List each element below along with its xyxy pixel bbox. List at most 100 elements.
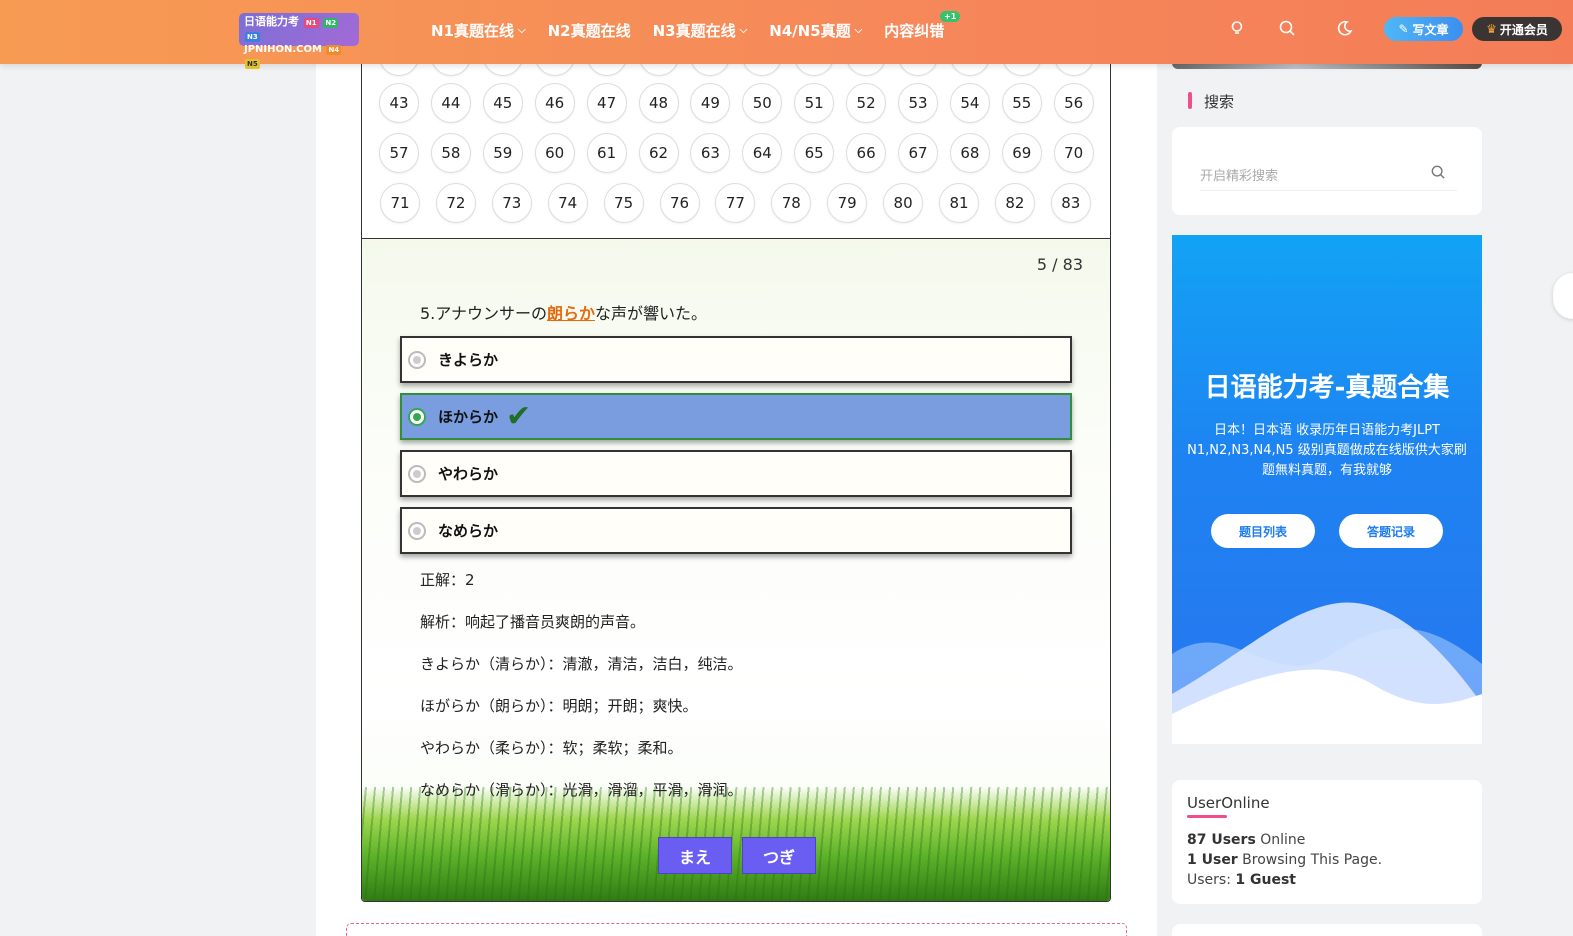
- users-browsing-text: Browsing This Page.: [1237, 852, 1383, 868]
- radio-icon[interactable]: [408, 350, 426, 369]
- question-number-button[interactable]: 74: [547, 183, 588, 223]
- question-number-partial[interactable]: [742, 64, 783, 76]
- question-number-button[interactable]: 73: [491, 183, 532, 223]
- question-number-partial[interactable]: [638, 64, 679, 76]
- nav-correction[interactable]: 内容纠错 +1: [884, 10, 961, 41]
- question-number-button[interactable]: 55: [1001, 83, 1042, 123]
- explanation-line: 解析：响起了播音员爽朗的声音。: [420, 613, 646, 631]
- question-number-button[interactable]: 43: [379, 83, 419, 123]
- nav-n1[interactable]: N1真题在线 ⌵: [431, 20, 526, 41]
- lightbulb-icon[interactable]: [1229, 20, 1245, 40]
- option-label: やわらか: [438, 465, 499, 483]
- vip-label: 开通会员: [1499, 22, 1548, 37]
- radio-icon[interactable]: [408, 521, 426, 540]
- option-2[interactable]: ほからか ✔: [400, 393, 1072, 440]
- users-online-line: 87 Users Online: [1187, 832, 1305, 848]
- logo-domain: JPNIHON.COM: [244, 44, 322, 55]
- vip-button[interactable]: ♛ 开通会员: [1472, 17, 1562, 41]
- quiz-panel: 43 44 45 46 47 48 49 50 51 52 53 54 55 56 57 58 59 60 61 62…: [361, 64, 1111, 902]
- question-number-partial[interactable]: [898, 64, 938, 76]
- nav-n2[interactable]: N2真题在线: [548, 20, 631, 41]
- question-number-button[interactable]: 62: [638, 133, 679, 173]
- question-area: 5 / 83 5.アナウンサーの朗らかな声が響いた。 きよらか ほからか ✔ や…: [362, 239, 1110, 901]
- question-number-button[interactable]: 48: [638, 83, 679, 123]
- question-number-button[interactable]: 47: [586, 83, 627, 123]
- users-browsing-line: 1 User Browsing This Page.: [1187, 852, 1382, 868]
- explanation-line: ほがらか（朗らか）：明朗；开朗；爽快。: [420, 697, 698, 715]
- question-number-button[interactable]: 66: [846, 133, 887, 173]
- question-number-button[interactable]: 76: [659, 183, 700, 223]
- question-number-button[interactable]: 60: [534, 133, 575, 173]
- question-number-button[interactable]: 83: [1050, 183, 1091, 223]
- radio-icon[interactable]: [408, 464, 426, 483]
- search-widget-title: 搜索: [1188, 91, 1234, 112]
- question-number-button[interactable]: 63: [690, 133, 731, 173]
- nav-n4n5[interactable]: N4/N5真题 ⌵: [769, 20, 862, 41]
- question-number-button[interactable]: 57: [379, 133, 419, 173]
- question-number-button[interactable]: 69: [1001, 133, 1042, 173]
- nav-n3[interactable]: N3真题在线 ⌵: [653, 20, 748, 41]
- site-header: 日语能力考 N1 N2 N3 JPNIHON.COM N4 N5 N1真题在线 …: [0, 0, 1573, 69]
- question-number-partial[interactable]: [794, 64, 835, 76]
- question-number-button[interactable]: 50: [742, 83, 783, 123]
- question-number-button[interactable]: 81: [939, 183, 979, 223]
- moon-icon[interactable]: [1337, 20, 1353, 40]
- search-input[interactable]: [1200, 163, 1457, 191]
- answer-record-button[interactable]: 答题记录: [1339, 514, 1443, 548]
- next-question-button[interactable]: つぎ: [742, 837, 816, 874]
- search-icon[interactable]: [1431, 165, 1445, 183]
- question-number-button[interactable]: 45: [482, 83, 523, 123]
- question-number-button[interactable]: 70: [1053, 133, 1094, 173]
- question-number-button[interactable]: 52: [846, 83, 887, 123]
- question-number-button[interactable]: 68: [949, 133, 990, 173]
- question-number-button[interactable]: 72: [435, 183, 476, 223]
- question-number-partial[interactable]: [949, 64, 990, 76]
- search-icon[interactable]: [1279, 20, 1295, 40]
- question-number-button[interactable]: 61: [586, 133, 627, 173]
- write-article-button[interactable]: ✎ 写文章: [1384, 17, 1463, 41]
- question-number-button[interactable]: 80: [883, 183, 924, 223]
- question-number-button[interactable]: 78: [771, 183, 812, 223]
- floating-side-button[interactable]: [1553, 273, 1573, 319]
- question-number-partial[interactable]: [690, 64, 731, 76]
- question-number-button[interactable]: 59: [482, 133, 523, 173]
- question-number-button[interactable]: 49: [690, 83, 731, 123]
- prev-question-button[interactable]: まえ: [658, 837, 732, 874]
- site-logo[interactable]: 日语能力考 N1 N2 N3 JPNIHON.COM N4 N5: [239, 13, 359, 69]
- question-number-button[interactable]: 58: [430, 133, 471, 173]
- question-number-partial[interactable]: [1053, 64, 1094, 76]
- option-3[interactable]: やわらか: [400, 450, 1072, 497]
- question-number-partial[interactable]: [379, 64, 419, 76]
- correct-answer: 正解：2: [420, 571, 475, 589]
- question-number-partial[interactable]: [482, 64, 523, 76]
- question-number-button[interactable]: 54: [949, 83, 990, 123]
- question-number-button[interactable]: 79: [827, 183, 868, 223]
- question-number-button[interactable]: 56: [1053, 83, 1094, 123]
- question-number-button[interactable]: 53: [898, 83, 938, 123]
- option-4[interactable]: なめらか: [400, 507, 1072, 554]
- question-number-button[interactable]: 67: [898, 133, 938, 173]
- question-number-button[interactable]: 75: [603, 183, 644, 223]
- question-number-partial[interactable]: [586, 64, 627, 76]
- question-number-partial[interactable]: [846, 64, 887, 76]
- question-number-partial[interactable]: [430, 64, 471, 76]
- explanation-line: なめらか（滑らか）：光滑，滑溜，平滑，滑润。: [420, 781, 743, 799]
- question-number-button[interactable]: 82: [994, 183, 1035, 223]
- question-number-button[interactable]: 77: [715, 183, 756, 223]
- logo-tag-n1: N1: [303, 18, 319, 28]
- option-label: ほからか: [438, 408, 499, 426]
- radio-icon[interactable]: [408, 407, 426, 426]
- question-list-button[interactable]: 题目列表: [1211, 514, 1315, 548]
- checkmark-icon: ✔: [506, 398, 532, 434]
- question-number-partial[interactable]: [1001, 64, 1042, 76]
- question-number-button[interactable]: 46: [534, 83, 575, 123]
- sidebar-card: [1172, 924, 1482, 936]
- question-number-button[interactable]: 71: [380, 183, 420, 223]
- question-number-button[interactable]: 65: [794, 133, 835, 173]
- promo-banner: 日语能力考-真题合集 日本！日本语 收录历年日语能力考JLPT N1,N2,N3…: [1172, 235, 1482, 744]
- option-1[interactable]: きよらか: [400, 336, 1072, 383]
- question-number-button[interactable]: 64: [742, 133, 783, 173]
- question-number-button[interactable]: 51: [794, 83, 835, 123]
- question-number-partial[interactable]: [534, 64, 575, 76]
- question-number-button[interactable]: 44: [430, 83, 471, 123]
